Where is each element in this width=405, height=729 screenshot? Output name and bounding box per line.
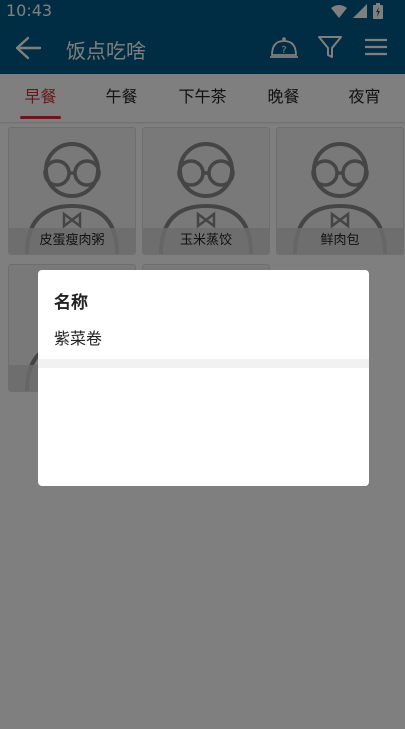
name-dialog: 名称 紫菜卷 xyxy=(38,270,369,486)
dialog-title: 名称 xyxy=(54,293,88,313)
dialog-divider xyxy=(38,359,369,368)
dialog-value: 紫菜卷 xyxy=(54,329,103,348)
